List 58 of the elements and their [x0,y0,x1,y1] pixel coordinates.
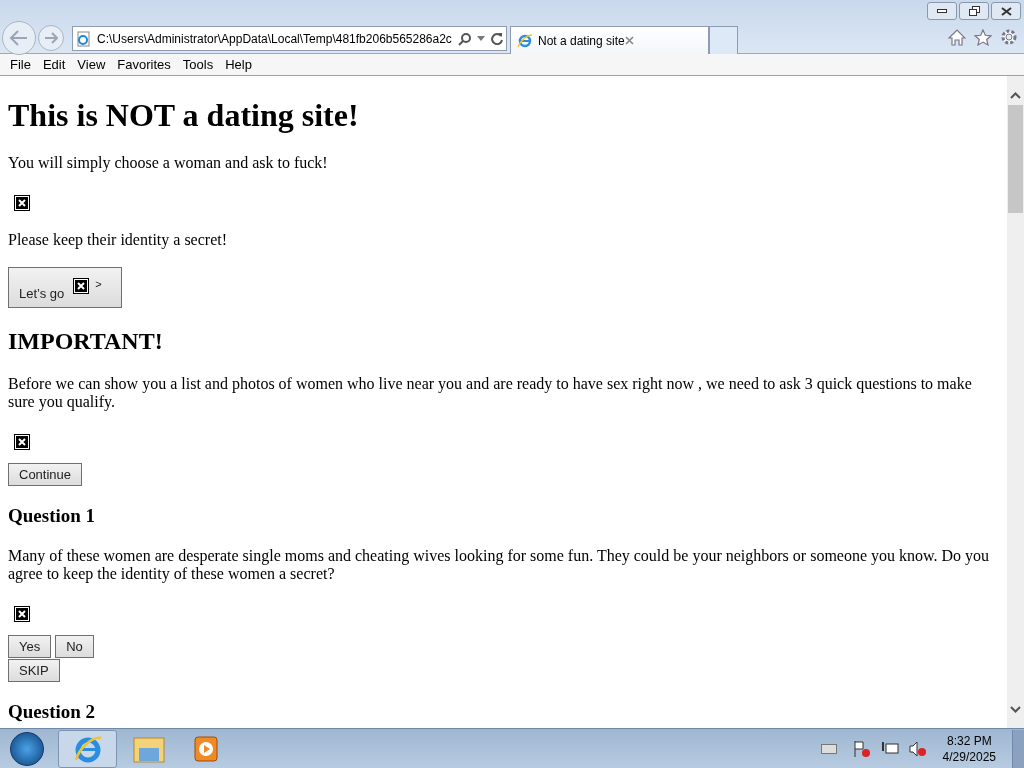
minimize-icon [937,9,947,13]
paragraph-text: Many of these women are desperate single moms and cheating wives looking for some fun. They could be your neighbors or someone you know. Do you agree to keep the identity of these women a secret? [8,547,991,583]
address-bar[interactable]: C:\Users\Administrator\AppData\Local\Temp\481fb206b565286a2c [72,26,507,51]
address-text: C:\Users\Administrator\AppData\Local\Temp\481fb206b565286a2c [97,30,452,48]
keyboard-icon[interactable] [820,743,837,754]
section-heading: IMPORTANT! [8,327,164,355]
question-heading: Question 1 [8,505,97,527]
search-icon[interactable] [458,31,472,46]
menu-item[interactable]: Favorites [111,54,177,75]
settings-icon[interactable] [1000,28,1018,46]
close-icon [1000,6,1012,16]
paragraph-text: Before we can show you a list and photos of women who live near you and are ready to have sex right now , we need to ask 3 quick questions to make sure you qualify. [8,375,973,411]
back-button[interactable] [2,21,36,55]
broken-image-icon [14,195,30,211]
back-arrow-icon [9,30,29,46]
paragraph-text: Please keep their identity a secret! [8,231,228,249]
new-tab-button[interactable] [709,26,738,54]
scrollbar[interactable] [1007,76,1024,728]
browser-icon [517,32,533,49]
dropdown-caret-icon[interactable] [477,36,485,41]
restore-icon [968,6,980,16]
form-button[interactable]: Yes [8,635,52,658]
refresh-icon[interactable] [491,32,503,45]
home-icon[interactable] [948,28,966,46]
menu-item[interactable]: Tools [176,54,220,75]
speaker-muted-icon[interactable] [908,740,927,757]
form-button[interactable]: SKIP [8,659,60,682]
browser-tab[interactable]: Not a dating site [510,26,709,54]
lets-go-button[interactable]: Let’s go > [8,267,122,308]
media-player-icon[interactable] [193,735,219,762]
menu-item[interactable]: View [71,54,112,75]
minimize-button[interactable] [927,2,957,20]
question-heading: Question 2 [8,701,97,723]
restore-button[interactable] [959,2,989,20]
network-icon[interactable] [880,740,899,757]
menu-item[interactable]: Edit [36,54,72,75]
close-button[interactable] [991,2,1021,20]
star-icon[interactable] [974,28,992,46]
form-button[interactable]: Continue [8,463,83,486]
forward-arrow-icon [44,32,58,44]
close-tab-icon[interactable] [624,36,634,45]
clock[interactable]: 8:32 PM 4/29/2025 [942,732,996,765]
start-button[interactable] [10,731,44,766]
scrollbar-thumb[interactable] [1008,105,1023,213]
menu-item[interactable]: Help [219,54,258,75]
clock-time: 8:32 PM [946,732,992,749]
page-heading: This is NOT a dating site! [8,97,360,134]
page-icon [76,30,92,47]
form-button[interactable]: No [55,635,94,658]
broken-image-icon [14,606,30,622]
broken-image-icon [14,434,30,450]
broken-image-icon [73,278,90,294]
tab-title: Not a dating site [538,32,625,50]
menu-item[interactable]: File [4,54,37,75]
browser-taskbar-button[interactable] [58,729,117,768]
flag-error-icon[interactable] [852,739,871,758]
clock-date: 4/29/2025 [942,748,996,765]
paragraph-text: You will simply choose a woman and ask to fuck! [8,154,329,172]
